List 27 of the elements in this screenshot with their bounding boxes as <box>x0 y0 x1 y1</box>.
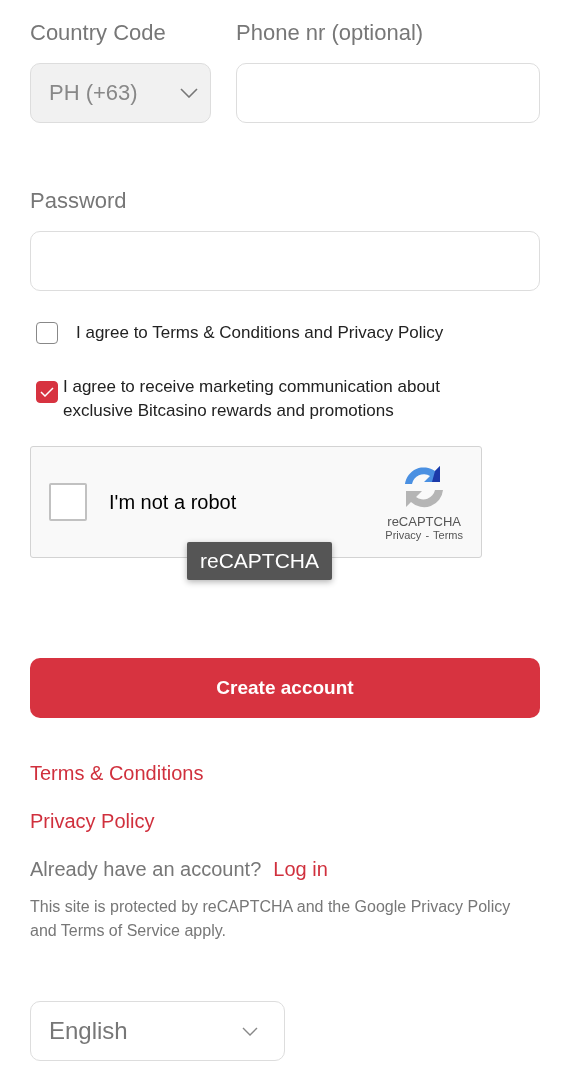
checkbox[interactable] <box>36 322 58 344</box>
captcha-checkbox[interactable] <box>49 483 87 521</box>
language-select[interactable]: English <box>30 1001 285 1061</box>
checkbox[interactable] <box>36 381 58 403</box>
login-prompt: Already have an account? <box>30 857 262 882</box>
chevron-down-icon <box>180 88 198 98</box>
password-input-field[interactable] <box>30 231 540 291</box>
field-label: Phone nr (optional) <box>236 19 424 47</box>
login-link[interactable]: Log in <box>273 855 328 883</box>
phone-input-field[interactable] <box>236 63 540 123</box>
chevron-down-icon <box>242 1026 258 1036</box>
agreement-text: I agree to receive marketing communication about exclusive Bitcasino rewards and promotions <box>63 376 442 422</box>
country-code-select[interactable]: PH (+63) <box>30 63 211 123</box>
check-icon <box>40 387 54 397</box>
footer-link[interactable]: Terms & Conditions <box>30 759 204 787</box>
create-account-button[interactable]: Create account <box>30 658 540 718</box>
field-label: Country Code <box>30 19 166 47</box>
footer-link[interactable]: Privacy Policy <box>30 807 155 835</box>
tooltip: reCAPTCHA <box>187 542 333 580</box>
terms-link[interactable]: Terms <box>433 528 463 541</box>
separator: - <box>425 528 430 541</box>
recaptcha-brand: reCAPTCHA <box>387 513 461 529</box>
field-label: Password <box>30 187 127 215</box>
agreement-text: I agree to Terms & Conditions and Privacy Policy <box>76 322 445 344</box>
captcha-label: I'm not a robot <box>109 490 238 514</box>
recaptcha-notice: This site is protected by reCAPTCHA and the Google Privacy Policy and Terms of Service apply. <box>30 897 512 941</box>
privacy-link[interactable]: Privacy <box>385 528 422 541</box>
